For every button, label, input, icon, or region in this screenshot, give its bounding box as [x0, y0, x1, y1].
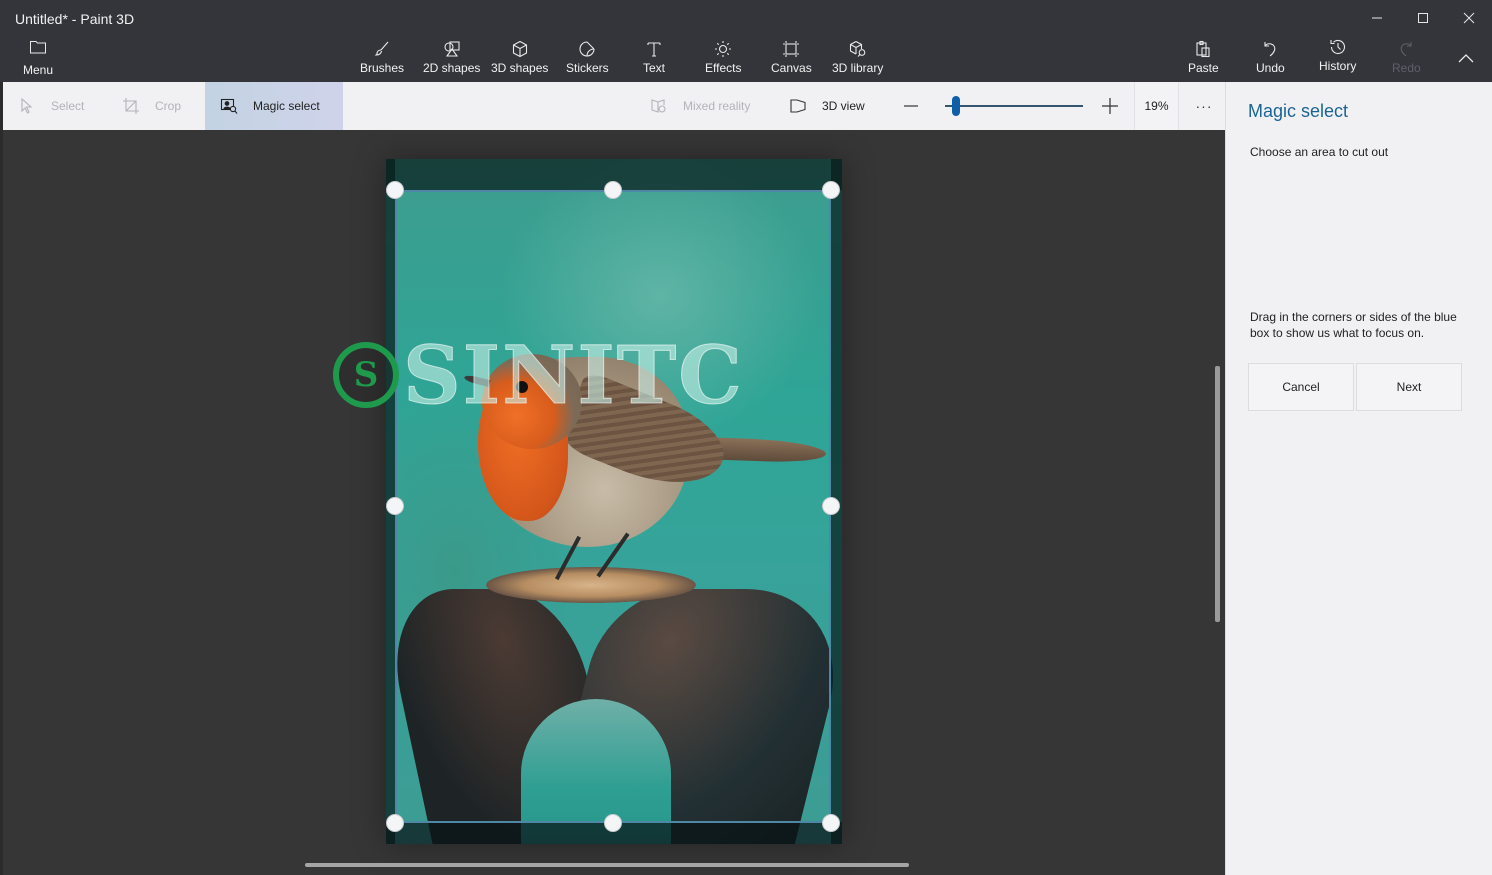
close-button[interactable]: [1446, 0, 1492, 36]
panel-title: Magic select: [1248, 101, 1349, 121]
sun-icon: [715, 41, 732, 57]
tool-stickers[interactable]: Stickers: [566, 39, 609, 75]
tool-3d-shapes[interactable]: 3D shapes: [491, 39, 548, 75]
handle-bottom-left[interactable]: [386, 814, 404, 832]
sticker-icon: [579, 41, 595, 57]
more-options-button[interactable]: ···: [1188, 96, 1220, 116]
folder-icon: [30, 41, 46, 54]
window-controls: [1354, 0, 1492, 36]
menu-button[interactable]: Menu: [18, 39, 58, 77]
tool-canvas[interactable]: Canvas: [771, 39, 812, 75]
history-button[interactable]: History: [1319, 37, 1356, 73]
minimize-icon: [1372, 17, 1382, 19]
crop-icon: [123, 98, 139, 114]
horizontal-scrollbar[interactable]: [305, 863, 909, 867]
3d-view-label: 3D view: [822, 99, 865, 113]
history-label: History: [1319, 59, 1357, 73]
magic-select-button[interactable]: Magic select: [205, 82, 343, 130]
collapse-ribbon-button[interactable]: [1456, 50, 1476, 66]
canvas-icon: [783, 41, 800, 57]
zoom-slider-thumb[interactable]: [951, 96, 960, 116]
tool-3d-library[interactable]: 3D library: [832, 39, 883, 75]
tool-label: Brushes: [360, 61, 405, 75]
close-icon: [1463, 12, 1475, 24]
brush-icon: [374, 41, 389, 56]
tool-brushes[interactable]: Brushes: [360, 39, 404, 75]
magic-select-label: Magic select: [253, 99, 320, 113]
redo-icon: [1401, 42, 1412, 57]
ribbon: Untitled* - Paint 3D Menu Brushes 2D sha…: [0, 0, 1492, 82]
zoom-in-button[interactable]: [1099, 95, 1121, 117]
undo-button[interactable]: Undo: [1256, 39, 1285, 75]
tool-label: 2D shapes: [423, 61, 481, 75]
tool-effects[interactable]: Effects: [705, 39, 741, 75]
mixed-reality-label: Mixed reality: [683, 99, 751, 113]
zoom-slider-track: [945, 105, 1083, 107]
history-icon: [1330, 39, 1345, 55]
3d-view-icon: [790, 99, 806, 113]
handle-bottom-right[interactable]: [822, 814, 840, 832]
paste-label: Paste: [1188, 61, 1219, 75]
3d-library-icon: [849, 41, 866, 57]
redo-label: Redo: [1392, 61, 1421, 75]
minimize-button[interactable]: [1354, 0, 1400, 36]
tool-label: Stickers: [566, 61, 609, 75]
tool-label: Text: [643, 61, 666, 75]
minus-icon: [904, 105, 918, 107]
plus-icon: [1102, 98, 1118, 114]
crop-button[interactable]: Crop: [121, 82, 201, 130]
tool-label: 3D shapes: [491, 61, 549, 75]
text-icon: [647, 42, 661, 57]
cancel-button[interactable]: Cancel: [1248, 363, 1354, 411]
next-button[interactable]: Next: [1356, 363, 1462, 411]
zoom-percentage[interactable]: 19%: [1134, 82, 1179, 130]
2d-shapes-icon: [444, 41, 460, 57]
undo-icon: [1264, 42, 1276, 57]
handle-bottom-center[interactable]: [604, 814, 622, 832]
paste-icon: [1196, 40, 1210, 58]
handle-top-left[interactable]: [386, 181, 404, 199]
tool-2d-shapes[interactable]: 2D shapes: [423, 39, 480, 75]
handle-top-center[interactable]: [604, 181, 622, 199]
panel-subtitle: Choose an area to cut out: [1250, 145, 1389, 159]
window-title: Untitled* - Paint 3D: [15, 11, 135, 27]
crop-label: Crop: [155, 99, 182, 113]
redo-button[interactable]: Redo: [1392, 39, 1421, 75]
tool-label: Canvas: [771, 61, 812, 75]
zoom-slider[interactable]: [941, 96, 1083, 116]
3d-cube-icon: [512, 40, 527, 58]
magic-select-box[interactable]: [395, 190, 831, 823]
select-button[interactable]: Select: [17, 82, 109, 130]
menu-label: Menu: [22, 63, 54, 77]
chevron-up-icon: [1458, 54, 1474, 63]
select-label: Select: [51, 99, 85, 113]
handle-top-right[interactable]: [822, 181, 840, 199]
vertical-scrollbar[interactable]: [1215, 366, 1220, 622]
panel-hint: Drag in the corners or sides of the blue…: [1250, 310, 1457, 340]
handle-middle-right[interactable]: [822, 497, 840, 515]
canvas-workspace[interactable]: S SINITC: [3, 130, 1225, 875]
paste-button[interactable]: Paste: [1188, 39, 1219, 75]
magic-select-icon: [220, 98, 238, 114]
cursor-icon: [21, 97, 33, 114]
mixed-reality-button[interactable]: Mixed reality: [649, 82, 759, 130]
3d-view-button[interactable]: 3D view: [788, 82, 878, 130]
undo-label: Undo: [1256, 61, 1285, 75]
handle-middle-left[interactable]: [386, 497, 404, 515]
magic-select-panel: Magic select Choose an area to cut out D…: [1225, 82, 1492, 875]
zoom-out-button[interactable]: [901, 96, 921, 116]
selection-toolbar: Select Crop Magic select Mixed reality 3…: [3, 82, 1225, 130]
tool-label: 3D library: [832, 61, 884, 75]
tool-text[interactable]: Text: [643, 39, 665, 75]
maximize-icon: [1418, 13, 1428, 23]
maximize-button[interactable]: [1400, 0, 1446, 36]
tool-label: Effects: [705, 61, 742, 75]
mixed-reality-icon: [651, 99, 666, 113]
